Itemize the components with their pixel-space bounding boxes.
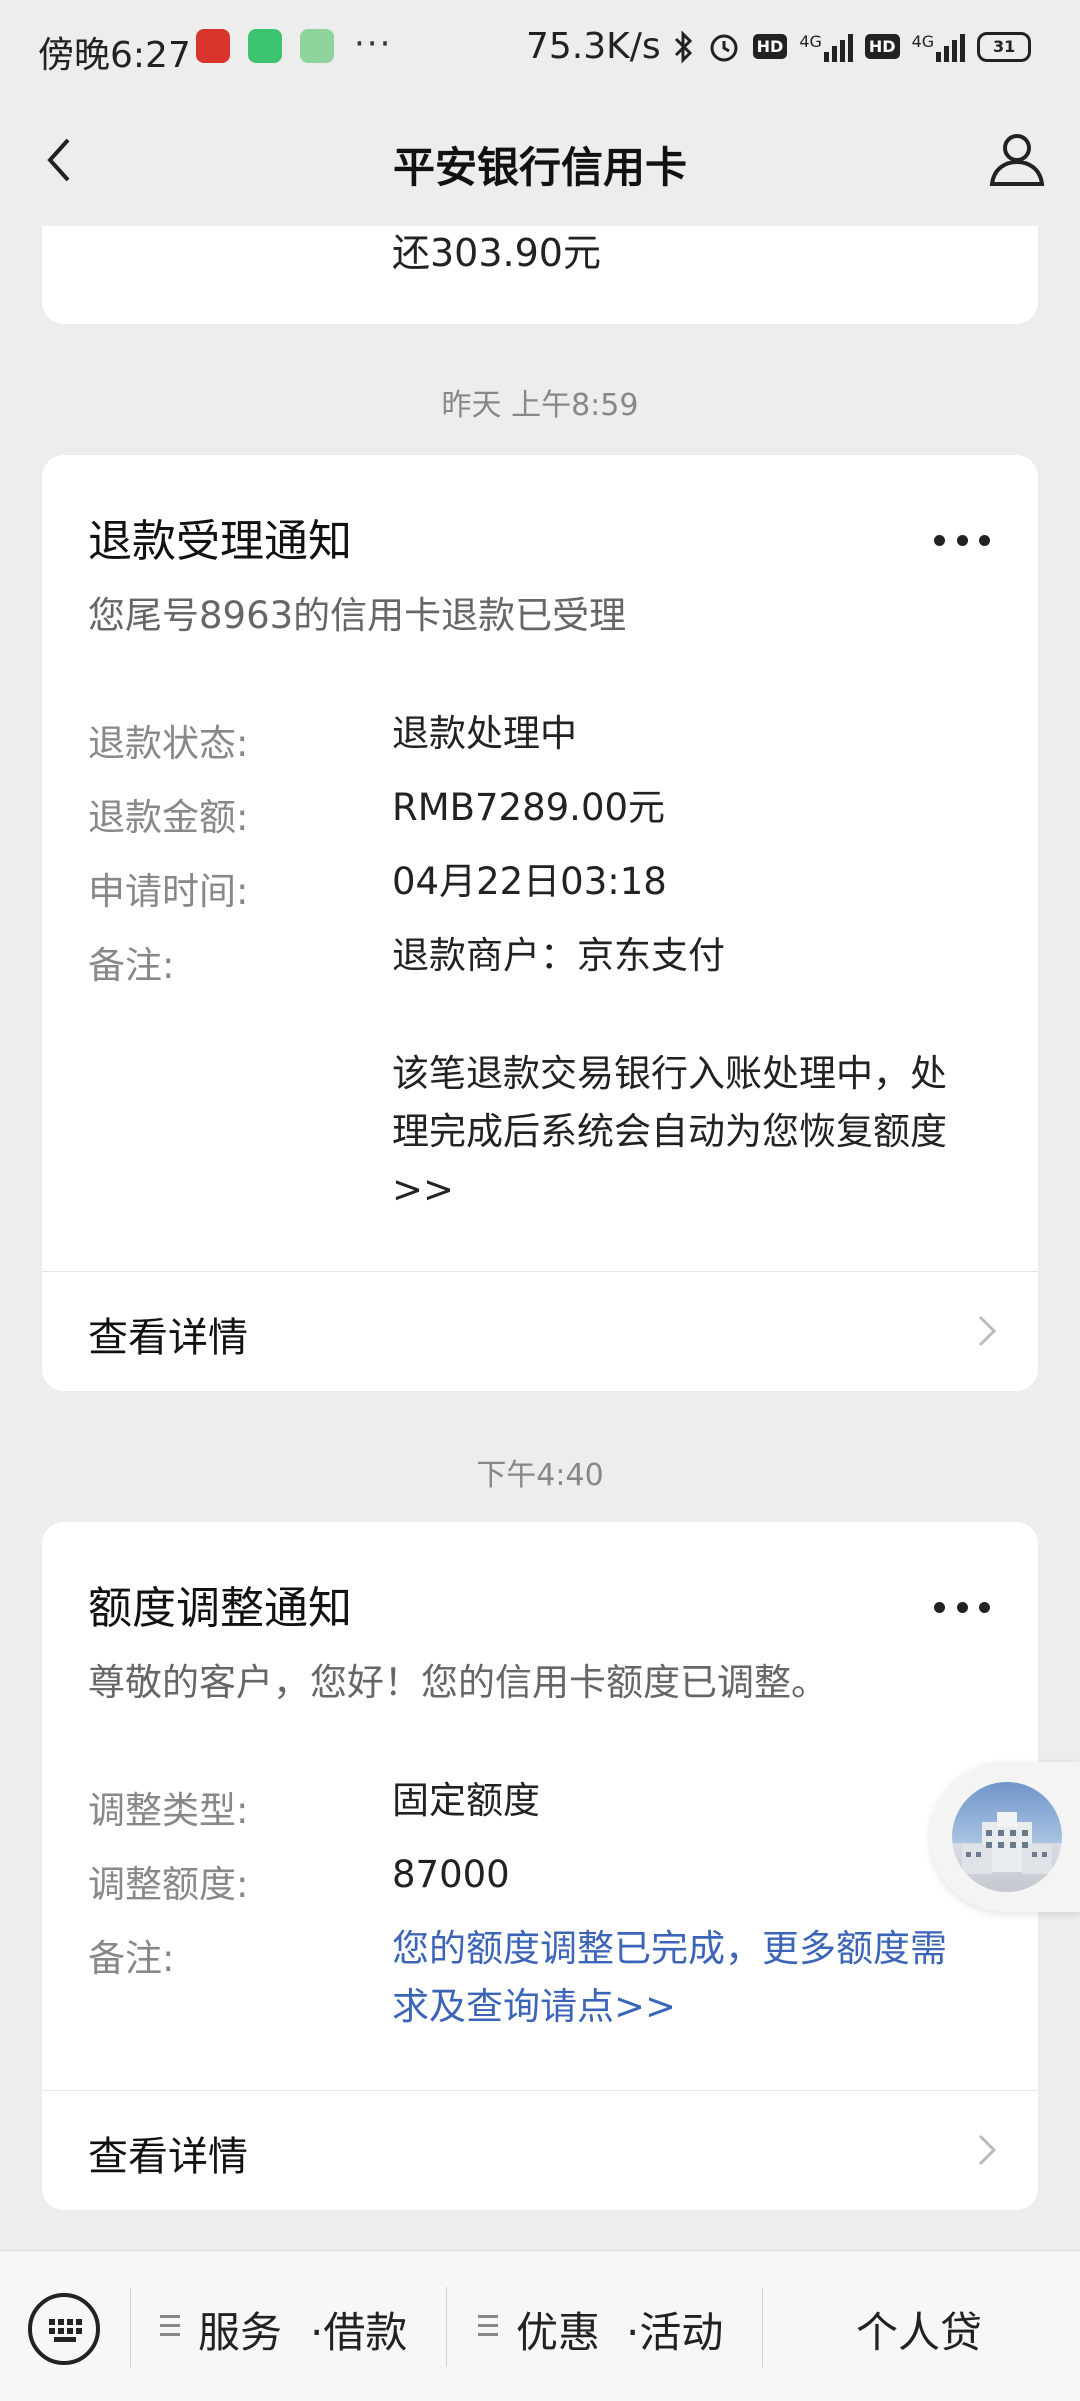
- submenu-icon: [160, 2315, 180, 2337]
- menu-item-activity[interactable]: ·活动: [626, 2299, 723, 2360]
- field-value: 87000: [392, 1853, 510, 1896]
- more-dots-icon: [934, 1601, 945, 1613]
- status-time: 傍晚6:27: [38, 35, 191, 76]
- chevron-right-icon: [978, 2134, 997, 2166]
- download-icon: [300, 29, 334, 63]
- field-label: 调整类型:: [88, 1789, 249, 1832]
- building-avatar-icon: [952, 1782, 1062, 1892]
- more-dot: [979, 534, 990, 546]
- field-label: 调整额度:: [88, 1863, 249, 1906]
- field-label: 备注:: [88, 1937, 175, 1980]
- field-label: 退款金额:: [88, 796, 249, 839]
- bluetooth-icon: [674, 29, 692, 64]
- card-title: 退款受理通知: [88, 516, 352, 567]
- more-dots-icon: [934, 534, 945, 546]
- network-type-2: 4G: [911, 31, 935, 51]
- card-title: 额度调整通知: [88, 1583, 352, 1634]
- divider: [42, 2090, 1038, 2091]
- view-details-link[interactable]: 查看详情: [88, 2124, 248, 2182]
- network-type: 4G: [799, 31, 822, 51]
- menu-item-offers[interactable]: 优惠: [516, 2299, 600, 2360]
- limit-inquiry-link[interactable]: 您的额度调整已完成，更多额度需求及查询请点>>: [392, 1920, 982, 2036]
- previous-message-text: 还303.90元: [392, 231, 601, 275]
- refund-note-link[interactable]: 该笔退款交易银行入账处理中，处理完成后系统会自动为您恢复额度>>: [392, 1045, 982, 1219]
- battery-icon: 31: [977, 31, 1032, 62]
- submenu-icon: [478, 2315, 498, 2337]
- building-icon: [962, 1812, 1052, 1874]
- divider: [42, 1271, 1038, 1272]
- hd-icon: HD: [752, 34, 788, 59]
- status-more-icon: ···: [354, 24, 393, 64]
- menu-item-service[interactable]: 服务: [198, 2299, 282, 2360]
- alarm-icon: [710, 34, 738, 61]
- hd-icon-2: HD: [864, 34, 900, 59]
- field-label: 退款状态:: [88, 722, 249, 765]
- menu-separator: [446, 2287, 447, 2367]
- field-value: 退款处理中: [392, 712, 577, 755]
- message-timestamp: 下午4:40: [476, 1458, 604, 1493]
- menu-item-loan[interactable]: ·借款: [310, 2299, 407, 2360]
- message-timestamp: 昨天 上午8:59: [441, 388, 639, 423]
- keyboard-toggle-button[interactable]: [28, 2293, 100, 2365]
- field-label: 备注:: [88, 944, 175, 987]
- page-title: 平安银行信用卡: [392, 143, 687, 192]
- field-label: 申请时间:: [88, 870, 249, 913]
- field-value: 退款商户：京东支付: [392, 934, 725, 977]
- field-value: 04月22日03:18: [392, 860, 667, 903]
- more-dot: [956, 534, 968, 546]
- view-details-link[interactable]: 查看详情: [88, 1305, 248, 1363]
- floating-assistant-button[interactable]: [930, 1762, 1080, 1912]
- status-bar: 傍晚6:27 ··· 75.3K/s HD 4G HD 4G 31: [0, 0, 1080, 96]
- more-dot: [956, 1601, 968, 1613]
- keyboard-icon: [49, 2319, 82, 2342]
- refund-notice-card: 退款受理通知 您尾号8963的信用卡退款已受理 退款状态: 退款处理中 退款金额…: [42, 455, 1038, 1391]
- status-app-icons: [196, 29, 334, 63]
- chevron-right-icon: [978, 1315, 997, 1347]
- more-dot: [979, 1601, 990, 1613]
- more-options-button[interactable]: [934, 530, 990, 550]
- profile-button[interactable]: [984, 126, 1050, 192]
- menu-separator: [130, 2287, 131, 2367]
- nav-bar: 平安银行信用卡: [0, 96, 1080, 226]
- field-value: 固定额度: [392, 1779, 540, 1822]
- bottom-menu-bar: 服务 ·借款 优惠 ·活动 个人贷: [0, 2250, 1080, 2401]
- status-right: 75.3K/s HD 4G HD 4G 31: [526, 26, 1032, 67]
- menu-separator: [762, 2287, 763, 2367]
- signal-icon: [823, 32, 853, 62]
- phone-icon: [248, 29, 282, 63]
- previous-message-card: 还303.90元: [42, 226, 1038, 324]
- net-speed: 75.3K/s: [526, 26, 661, 67]
- app-notification-icon: [196, 29, 230, 63]
- signal-icon-2: [936, 32, 966, 62]
- menu-item-personal-loan[interactable]: 个人贷: [856, 2299, 982, 2360]
- card-subtitle: 尊敬的客户，您好！您的信用卡额度已调整。: [88, 1661, 828, 1704]
- field-value: RMB7289.00元: [392, 786, 666, 829]
- more-options-button[interactable]: [934, 1597, 990, 1617]
- card-subtitle: 您尾号8963的信用卡退款已受理: [88, 594, 627, 637]
- limit-adjust-card: 额度调整通知 尊敬的客户，您好！您的信用卡额度已调整。 调整类型: 固定额度 调…: [42, 1522, 1038, 2210]
- person-icon: [989, 134, 1045, 186]
